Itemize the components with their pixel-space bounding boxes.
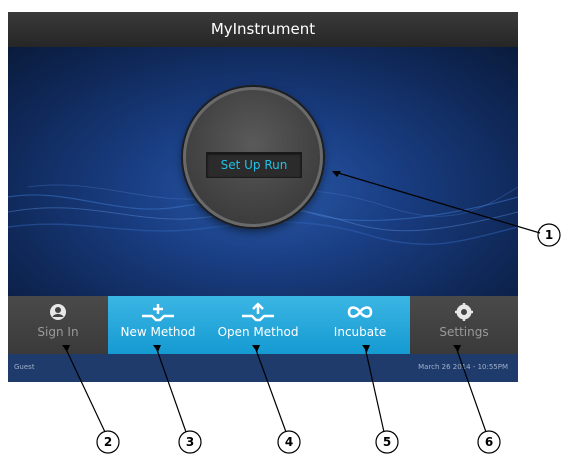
callout-line-3 [155, 346, 187, 433]
callout-number-3: 3 [185, 435, 195, 449]
callout-line-6 [455, 346, 487, 433]
callout-arrow-2 [62, 345, 70, 352]
callout-number-4: 4 [284, 435, 294, 449]
callout-number-2: 2 [103, 435, 113, 449]
callout-line-5 [364, 346, 385, 433]
callout-lines [62, 171, 561, 454]
callout-number-6: 6 [484, 435, 494, 449]
callout-line-1 [334, 171, 541, 234]
callout-line-4 [254, 346, 287, 433]
callout-number-1: 1 [544, 228, 554, 242]
callout-line-2 [64, 346, 106, 433]
callout-number-5: 5 [382, 435, 392, 449]
